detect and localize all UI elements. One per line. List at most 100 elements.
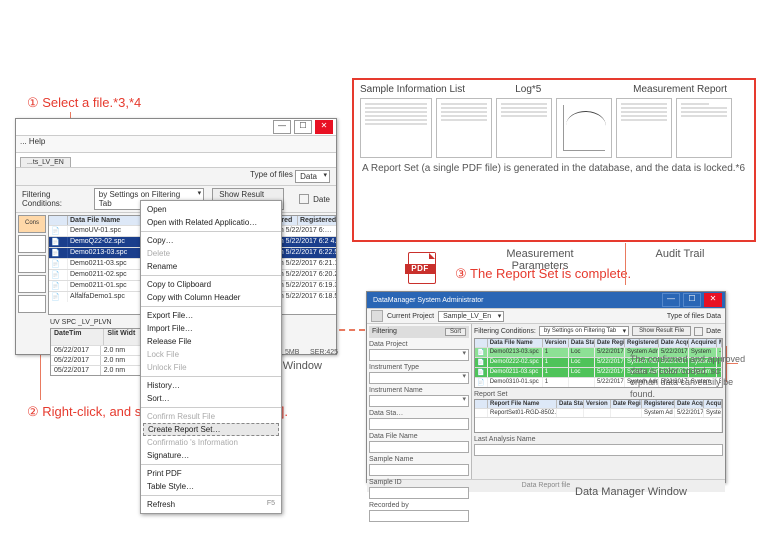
ctx-sort[interactable]: Sort…: [141, 392, 281, 405]
ctx-open[interactable]: Open: [141, 203, 281, 216]
lp-i6[interactable]: [369, 464, 469, 476]
rs-c1[interactable]: Report File Name: [488, 400, 557, 408]
maximize-button[interactable]: ☐: [294, 120, 312, 134]
type-line: Type of files Data: [16, 168, 336, 186]
sublabel-audit: Audit Trail: [640, 248, 720, 272]
ctx-tablestyle[interactable]: Table Style…: [141, 480, 281, 493]
ctx-refresh[interactable]: RefreshF5: [141, 498, 281, 511]
maximize-button-2[interactable]: ☐: [683, 293, 701, 307]
rs-row[interactable]: ReportSet01-RGD-8502.pdf System Ad 5/22/…: [475, 408, 722, 417]
ctx-printpdf[interactable]: Print PDF: [141, 467, 281, 480]
lp-l7: Sample ID: [369, 479, 469, 486]
win2-caption: Data Manager Window: [575, 486, 687, 498]
last-analysis-label: Last Analysis Name: [474, 436, 723, 443]
close-button[interactable]: ✕: [315, 120, 333, 134]
ctx-confirm: Confirm Result File: [141, 410, 281, 423]
t2-c2[interactable]: Version: [543, 339, 569, 347]
rb-title-2: Log*5: [515, 84, 612, 95]
ctx-import[interactable]: Import File…: [141, 322, 281, 335]
rs-c4[interactable]: Date Regi: [611, 400, 642, 408]
title-bar: — ☐ ✕: [16, 119, 336, 136]
reportset-table[interactable]: Report File Name Data Sta Version Date R…: [474, 399, 723, 433]
ctx-confinfo: Confirmatio 's Information: [141, 436, 281, 449]
thumb-log: [436, 98, 492, 158]
minimize-button[interactable]: —: [273, 120, 291, 134]
pdf-icon: PDF: [405, 252, 437, 282]
ctx-clipboard-header[interactable]: Copy with Column Header: [141, 291, 281, 304]
ctx-signature[interactable]: Signature…: [141, 449, 281, 462]
rp-date-label: Date: [706, 328, 721, 335]
left-btn-4[interactable]: [18, 275, 46, 293]
close-button-2[interactable]: ✕: [704, 293, 722, 307]
col-registeredby[interactable]: Registered by: [298, 216, 336, 225]
rs-c3[interactable]: Version: [584, 400, 611, 408]
right-panel-2: Filtering Conditions: by Settings on Fil…: [472, 324, 725, 479]
lp-i5[interactable]: [369, 441, 469, 453]
t2-c3[interactable]: Data Sta: [569, 339, 595, 347]
left-btn-2[interactable]: [18, 235, 46, 253]
ctx-delete: Delete: [141, 247, 281, 260]
sub-labels-row: Measurement Parameters Audit Trail: [480, 248, 720, 272]
sort-button[interactable]: Sort: [445, 328, 466, 336]
toolbar-2: Current Project Sample_LV_En Type of fil…: [367, 309, 725, 324]
left-btn-5[interactable]: [18, 295, 46, 313]
date-label: Date: [313, 195, 330, 204]
last-analysis-input[interactable]: [474, 444, 723, 456]
rp-date-check[interactable]: [694, 327, 703, 336]
rb-title-3: Measurement Report: [612, 84, 748, 95]
ctx-create-report-set[interactable]: Create Report Set…: [143, 423, 279, 436]
lp-i3[interactable]: [369, 395, 469, 407]
lp-l4: Data Sta…: [369, 410, 469, 417]
ctx-rename[interactable]: Rename: [141, 260, 281, 273]
ctx-clipboard[interactable]: Copy to Clipboard: [141, 278, 281, 291]
minimize-button-2[interactable]: —: [662, 293, 680, 307]
t2-c4[interactable]: Date Regi: [595, 339, 625, 347]
lp-i4[interactable]: [369, 418, 469, 430]
rs-c2[interactable]: Data Sta: [557, 400, 584, 408]
t2-c6[interactable]: Date Acqu: [659, 339, 689, 347]
left-filter-panel: FilteringSort Data Project Instrument Ty…: [367, 324, 472, 479]
rp-filter-label: Filtering Conditions:: [474, 328, 536, 335]
ctx-export[interactable]: Export File…: [141, 309, 281, 322]
subcol-datetime[interactable]: DateTim: [51, 329, 104, 345]
lp-i8[interactable]: [369, 510, 469, 522]
t2-c8[interactable]: Modified: [717, 339, 722, 347]
lp-l3: Instrument Name: [369, 387, 469, 394]
lp-l2: Instrument Type: [369, 364, 469, 371]
lp-i1[interactable]: [369, 349, 469, 361]
rs-c7[interactable]: Acquired: [704, 400, 722, 408]
menu-bar[interactable]: ... Help: [16, 136, 336, 153]
rs-c5[interactable]: Registered: [642, 400, 675, 408]
ctx-copy[interactable]: Copy…: [141, 234, 281, 247]
lp-l6: Sample Name: [369, 456, 469, 463]
toolbar-icon[interactable]: [371, 310, 383, 322]
proj-dropdown[interactable]: Sample_LV_En: [438, 311, 504, 322]
tab-bar: ...ts_LV_EN: [16, 153, 336, 168]
thumb-params: [616, 98, 672, 158]
context-menu: Open Open with Related Applicatio… Copy……: [140, 200, 282, 514]
ctx-foot-b: SER:425: [310, 349, 338, 356]
t2-c1[interactable]: Data File Name: [488, 339, 543, 347]
rp-filter-dropdown[interactable]: by Settings on Filtering Tab: [539, 326, 629, 336]
t2-c5[interactable]: Registered by: [625, 339, 659, 347]
left-btn-3[interactable]: [18, 255, 46, 273]
left-button-column: Cons: [18, 215, 46, 315]
lp-i7[interactable]: [369, 487, 469, 499]
rp-show-btn[interactable]: Show Result File: [632, 326, 691, 336]
type-dropdown[interactable]: Data: [295, 170, 330, 183]
proj-label: Current Project: [387, 313, 434, 320]
left-btn-cons[interactable]: Cons: [18, 215, 46, 233]
lp-i2[interactable]: [369, 372, 469, 384]
pdf-label: PDF: [405, 264, 435, 274]
sublabel-params: Measurement Parameters: [480, 248, 600, 272]
t2-c7[interactable]: Acquired by: [689, 339, 717, 347]
lp-tab[interactable]: Filtering: [372, 328, 397, 336]
date-checkbox[interactable]: [299, 194, 309, 204]
report-description: A Report Set (a single PDF file) is gene…: [354, 158, 754, 180]
ctx-history[interactable]: History…: [141, 379, 281, 392]
rs-c6[interactable]: Date Acqu: [675, 400, 704, 408]
ctx-openwith[interactable]: Open with Related Applicatio…: [141, 216, 281, 229]
thumbnails-row: [354, 95, 754, 158]
tab-project[interactable]: ...ts_LV_EN: [20, 157, 71, 167]
ctx-release[interactable]: Release File: [141, 335, 281, 348]
